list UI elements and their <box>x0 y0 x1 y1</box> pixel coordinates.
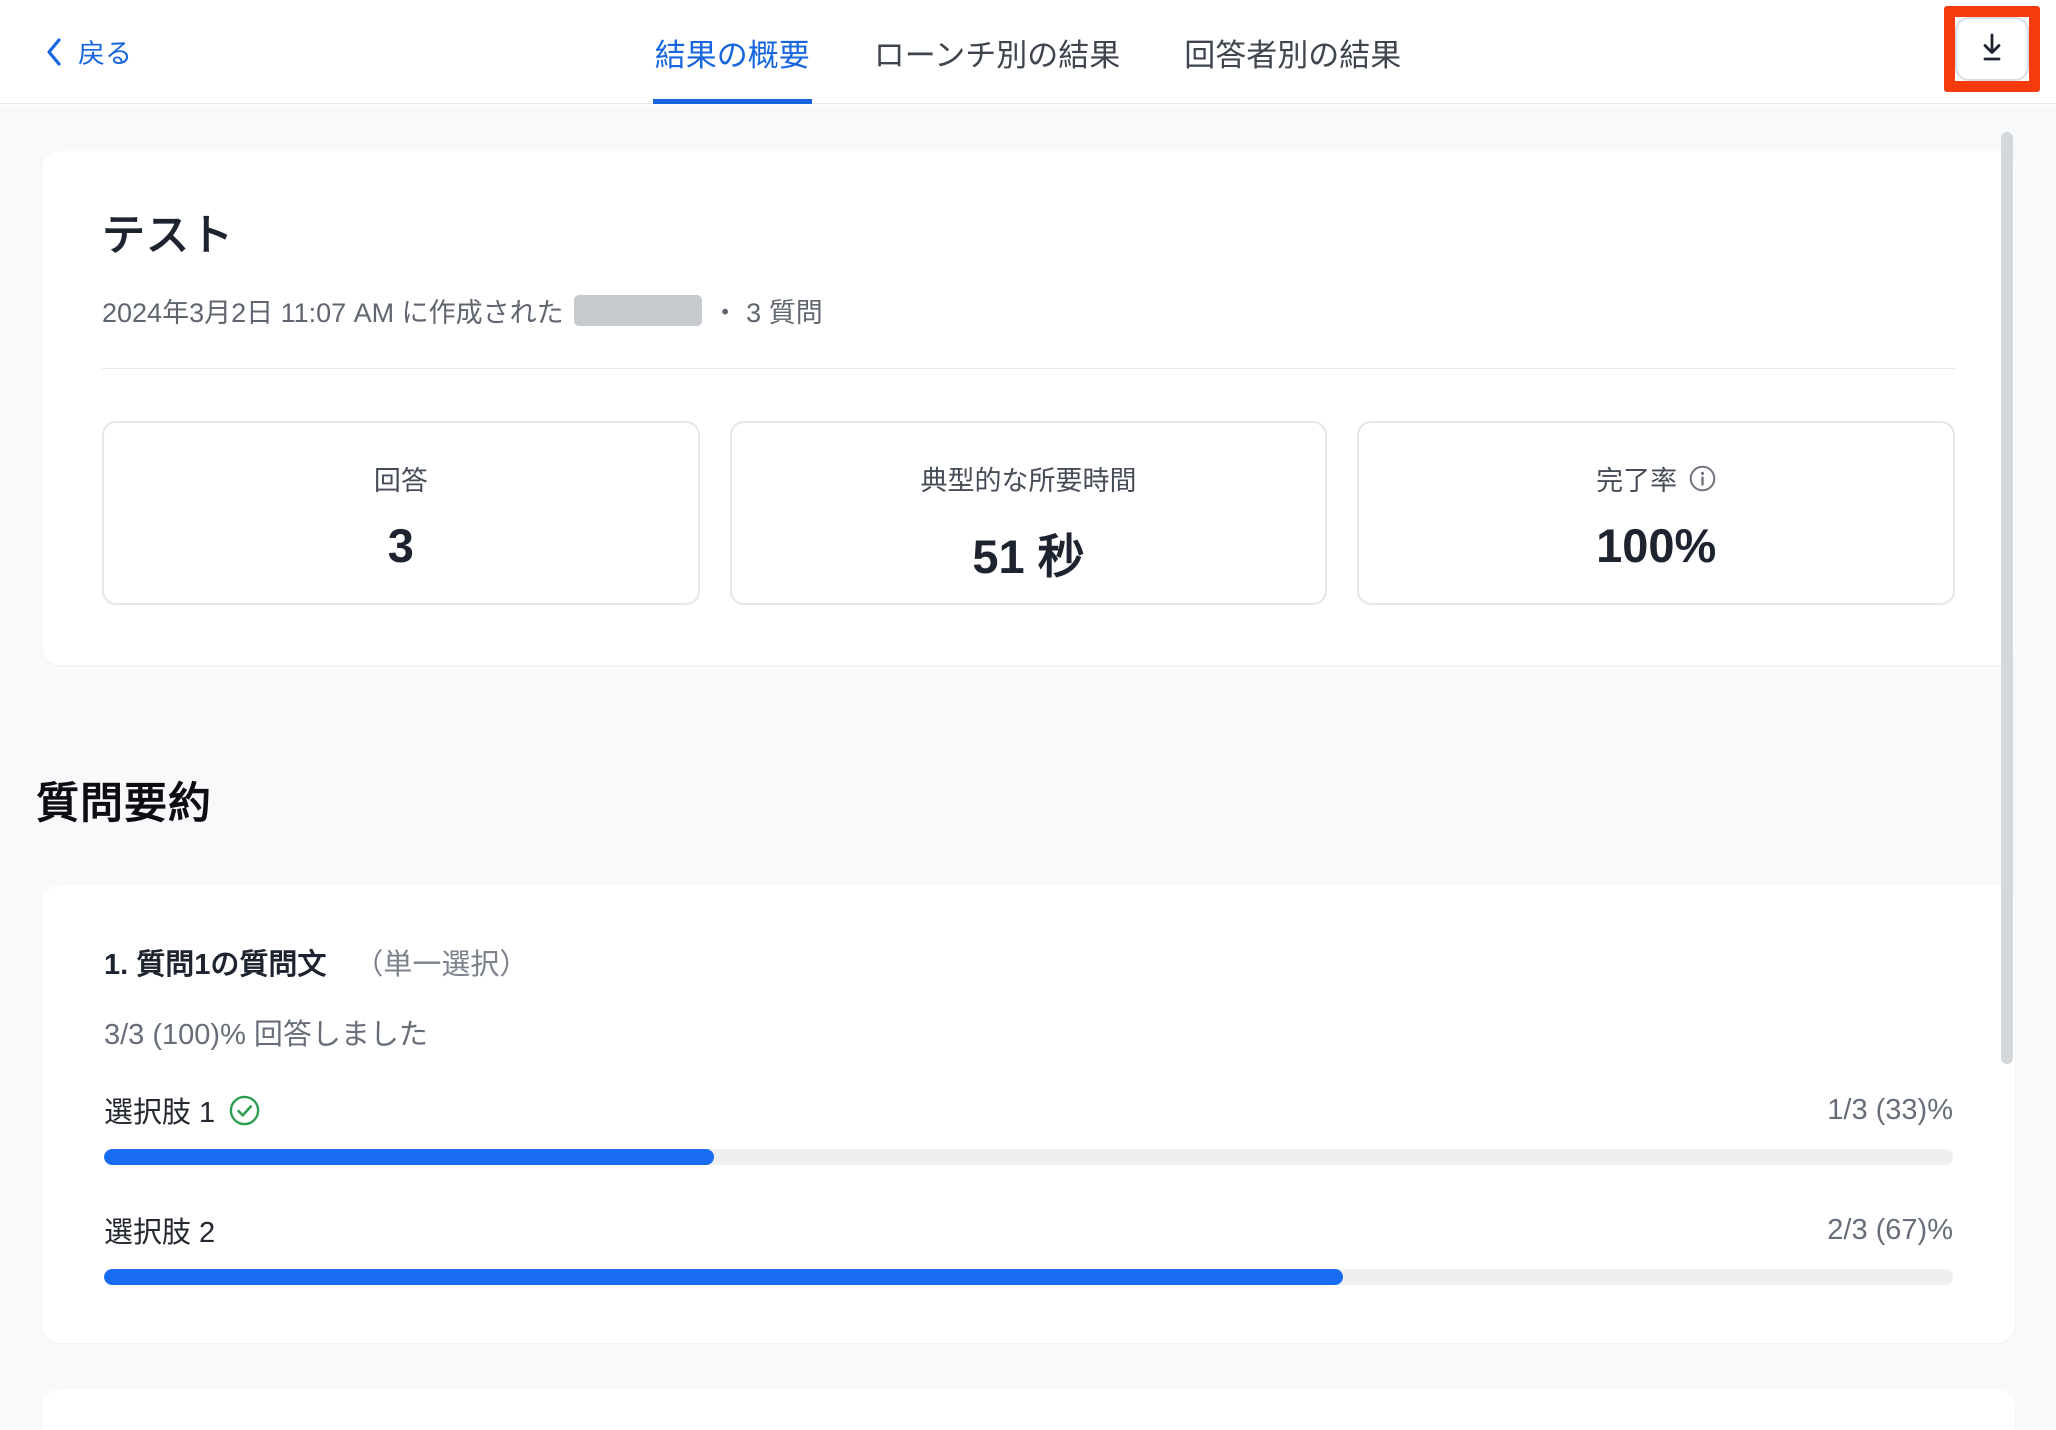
choice-bar-track <box>104 1269 1953 1285</box>
choice-row: 選択肢 2 2/3 (67)% <box>104 1209 1953 1285</box>
results-scroll-area: テスト 2024年3月2日 11:07 AM に作成された ・ 3 質問 回答 … <box>0 105 2056 1430</box>
question-count-text: ・ 3 質問 <box>712 291 823 330</box>
choice-bar-track <box>104 1149 1953 1165</box>
check-circle-icon <box>229 1095 260 1126</box>
choice-row: 選択肢 1 1/3 (33)% <box>104 1089 1953 1165</box>
question-card-1: 1. 質問1の質問文 （単一選択） 3/3 (100)% 回答しました 選択肢 … <box>42 885 2015 1343</box>
question-summary-heading: 質問要約 <box>36 769 2056 831</box>
stat-value: 100% <box>1596 518 1716 573</box>
choice-result-value: 2/3 (67)% <box>1827 1214 1953 1247</box>
tab-results-by-launch[interactable]: ローンチ別の結果 <box>872 0 1122 104</box>
choice-list: 選択肢 1 1/3 (33)% <box>104 1089 1953 1285</box>
stat-label: 回答 <box>374 459 428 498</box>
tab-results-by-respondent[interactable]: 回答者別の結果 <box>1182 0 1403 104</box>
stat-value: 3 <box>388 518 414 573</box>
stat-card-completion-rate: 完了率 100% <box>1357 421 1955 605</box>
stat-label: 完了率 <box>1596 459 1716 498</box>
choice-result-value: 1/3 (33)% <box>1827 1094 1953 1127</box>
question-card-2: 2. 質問2の質問文 （複数選択） <box>42 1389 2015 1430</box>
question-response-meta: 3/3 (100)% 回答しました <box>104 1011 1953 1053</box>
question-title-row: 1. 質問1の質問文 （単一選択） <box>104 941 1953 983</box>
scrollbar-thumb[interactable] <box>2001 132 2013 1064</box>
download-button[interactable] <box>1955 17 2029 81</box>
survey-title: テスト <box>102 201 1955 263</box>
divider <box>102 368 1955 369</box>
choice-bar-fill <box>104 1269 1343 1285</box>
choice-label: 選択肢 1 <box>104 1089 260 1131</box>
stat-card-responses: 回答 3 <box>102 421 700 605</box>
question-type-label: （単一選択） <box>354 941 528 983</box>
redacted-author-name <box>574 295 702 326</box>
choice-label: 選択肢 2 <box>104 1209 215 1251</box>
stats-row: 回答 3 典型的な所要時間 51 秒 完了率 <box>102 421 1955 605</box>
header: 戻る 結果の概要 ローンチ別の結果 回答者別の結果 <box>0 0 2056 104</box>
red-highlight-annotation <box>1944 6 2040 92</box>
choice-bar-fill <box>104 1149 714 1165</box>
stat-label: 典型的な所要時間 <box>921 459 1137 498</box>
stat-value: 51 秒 <box>972 518 1084 587</box>
stat-card-typical-time: 典型的な所要時間 51 秒 <box>730 421 1328 605</box>
created-text: 2024年3月2日 11:07 AM に作成された <box>102 291 564 330</box>
survey-overview-card: テスト 2024年3月2日 11:07 AM に作成された ・ 3 質問 回答 … <box>42 151 2015 665</box>
tab-results-overview[interactable]: 結果の概要 <box>653 0 812 104</box>
download-icon <box>1976 30 2008 69</box>
info-icon[interactable] <box>1689 465 1716 492</box>
tab-bar: 結果の概要 ローンチ別の結果 回答者別の結果 <box>0 0 2056 104</box>
question-title: 1. 質問1の質問文 <box>104 941 326 983</box>
created-line: 2024年3月2日 11:07 AM に作成された ・ 3 質問 <box>102 291 1955 330</box>
